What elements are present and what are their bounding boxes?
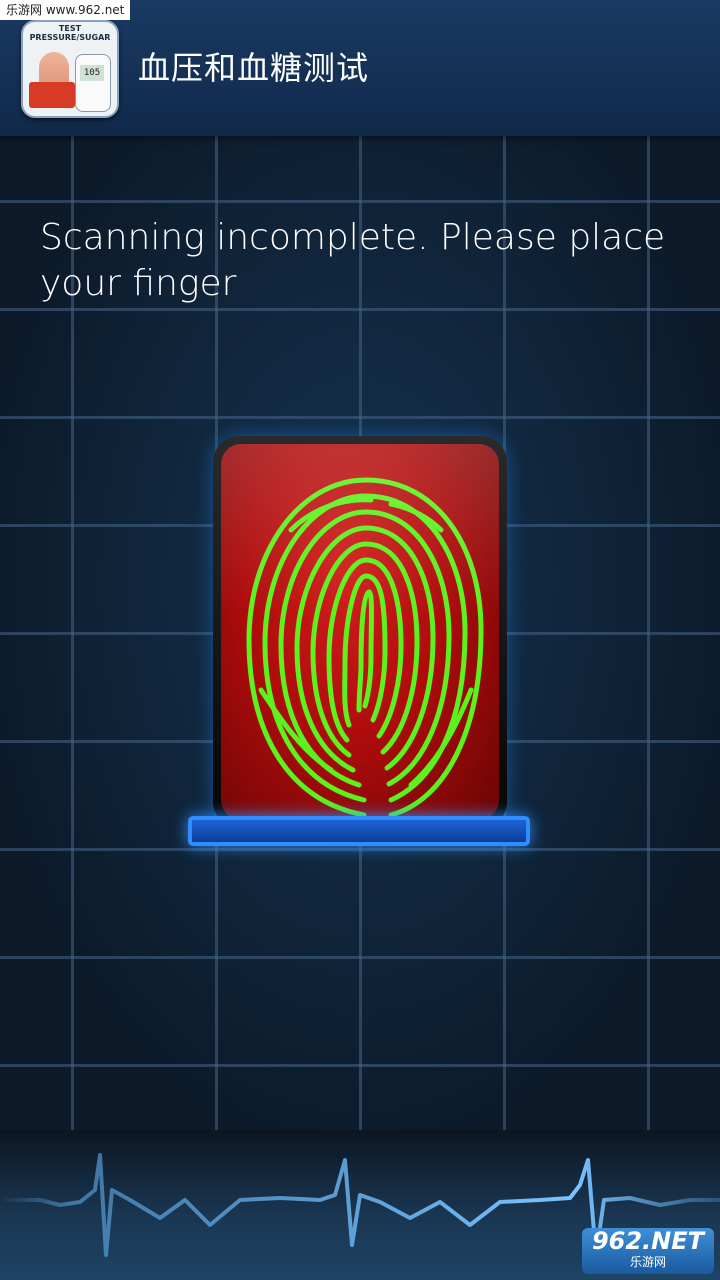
scanner-pad[interactable] <box>221 444 499 820</box>
watermark-top: 乐游网 www.962.net <box>0 0 131 20</box>
app-icon[interactable]: TEST PRESSURE/SUGAR 105 <box>21 20 119 118</box>
fingerprint-icon <box>246 477 484 818</box>
watermark-logo: 962.NET 乐游网 <box>582 1228 714 1274</box>
glucose-meter-graphic: 105 <box>75 54 111 112</box>
app-bar: TEST PRESSURE/SUGAR 105 血压和血糖测试 <box>0 0 720 136</box>
fingerprint-scanner[interactable] <box>213 436 507 828</box>
scan-instruction-text: Scanning incomplete. Please place your f… <box>40 217 666 304</box>
meter-screen: 105 <box>80 65 104 81</box>
app-icon-label: TEST PRESSURE/SUGAR <box>29 24 111 42</box>
app-title: 血压和血糖测试 <box>138 49 370 87</box>
cuff-graphic <box>29 82 75 108</box>
scan-base-light <box>188 816 530 846</box>
